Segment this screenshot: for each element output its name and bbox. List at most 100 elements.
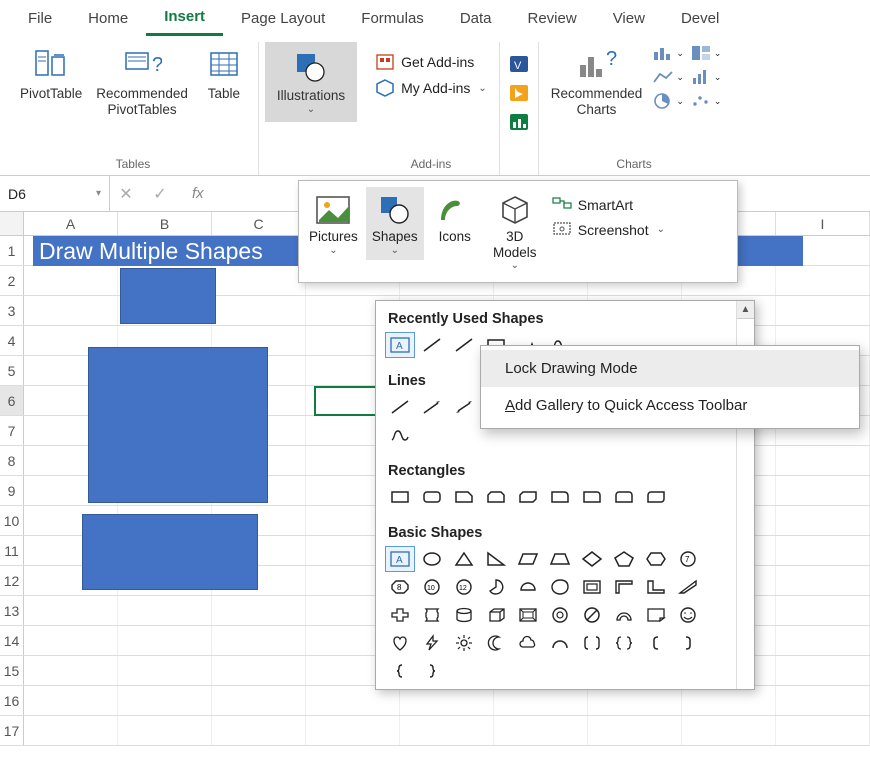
shape-trapezoid[interactable] — [546, 547, 574, 571]
shape-block-arc[interactable] — [610, 603, 638, 627]
tab-formulas[interactable]: Formulas — [343, 0, 442, 36]
3d-models-button[interactable]: 3D Models ⌄ — [486, 187, 544, 276]
cancel-icon[interactable]: ✕ — [114, 184, 138, 204]
shape-snip-diagonal[interactable] — [514, 485, 542, 509]
shape-hexagon[interactable] — [642, 547, 670, 571]
line-chart-dropdown[interactable]: ⌄ — [652, 68, 684, 86]
shape-round-same-side[interactable] — [610, 485, 638, 509]
pivottable-button[interactable]: PivotTable — [14, 42, 88, 102]
row-header[interactable]: 4 — [0, 326, 24, 355]
shape-round-single-corner[interactable] — [578, 485, 606, 509]
shape-half-frame[interactable] — [610, 575, 638, 599]
recommended-charts-button[interactable]: ? Recommended Charts — [545, 42, 649, 118]
shape-smiley[interactable] — [674, 603, 702, 627]
shape-arc[interactable] — [546, 631, 574, 655]
shape-heptagon[interactable]: 7 — [674, 547, 702, 571]
shape-plaque[interactable] — [418, 603, 446, 627]
shape-cube[interactable] — [482, 603, 510, 627]
select-all-corner[interactable] — [0, 212, 24, 235]
shape-pie[interactable] — [482, 575, 510, 599]
row-header[interactable]: 16 — [0, 686, 24, 715]
row-header[interactable]: 10 — [0, 506, 24, 535]
row-header[interactable]: 6 — [0, 386, 24, 415]
shape-scribble[interactable] — [386, 423, 414, 447]
shape-right-bracket[interactable] — [674, 631, 702, 655]
tab-file[interactable]: File — [10, 0, 70, 36]
column-header[interactable]: C — [212, 212, 306, 235]
shape-bevel[interactable] — [514, 603, 542, 627]
shape-octagon[interactable]: 8 — [386, 575, 414, 599]
scroll-up-icon[interactable]: ▲ — [737, 301, 754, 319]
shape-moon[interactable] — [482, 631, 510, 655]
shape-diamond[interactable] — [578, 547, 606, 571]
visio-icon[interactable]: V — [508, 54, 530, 77]
shape-snip-round-single[interactable] — [546, 485, 574, 509]
shape-rectangle[interactable] — [386, 485, 414, 509]
row-header[interactable]: 1 — [0, 236, 24, 265]
column-header[interactable]: I — [776, 212, 870, 235]
shape-teardrop[interactable] — [546, 575, 574, 599]
shape-sun[interactable] — [450, 631, 478, 655]
shape-cloud[interactable] — [514, 631, 542, 655]
shape-decagon[interactable]: 10 — [418, 575, 446, 599]
shape-double-bracket[interactable] — [578, 631, 606, 655]
shape-line[interactable] — [418, 333, 446, 357]
tab-data[interactable]: Data — [442, 0, 510, 36]
shape-left-brace[interactable] — [386, 659, 414, 683]
tab-developer[interactable]: Devel — [663, 0, 737, 36]
row-header[interactable]: 12 — [0, 566, 24, 595]
shape-line[interactable] — [450, 333, 478, 357]
shape-triangle[interactable] — [450, 547, 478, 571]
row-header[interactable]: 8 — [0, 446, 24, 475]
shape-oval[interactable] — [418, 547, 446, 571]
shape-line[interactable] — [386, 395, 414, 419]
row-header[interactable]: 17 — [0, 716, 24, 745]
shape-line-arrow[interactable] — [418, 395, 446, 419]
shape-right-triangle[interactable] — [482, 547, 510, 571]
menu-add-gallery-qat[interactable]: Add Gallery to Quick Access Toolbar — [481, 387, 859, 424]
enter-icon[interactable]: ✓ — [148, 184, 172, 204]
shape-rounded-rectangle[interactable] — [418, 485, 446, 509]
tab-review[interactable]: Review — [510, 0, 595, 36]
rectangle-shape[interactable] — [120, 268, 216, 324]
shape-heart[interactable] — [386, 631, 414, 655]
rectangle-shape[interactable] — [82, 514, 258, 590]
row-header[interactable]: 7 — [0, 416, 24, 445]
shape-chord[interactable] — [514, 575, 542, 599]
shape-textbox[interactable]: A — [386, 333, 414, 357]
row-header[interactable]: 15 — [0, 656, 24, 685]
shape-right-brace[interactable] — [418, 659, 446, 683]
shape-round-diagonal[interactable] — [642, 485, 670, 509]
bing-icon[interactable] — [508, 83, 530, 106]
pie-chart-dropdown[interactable]: ⌄ — [652, 92, 684, 110]
shape-double-brace[interactable] — [610, 631, 638, 655]
people-graph-icon[interactable] — [508, 112, 530, 135]
rectangle-shape[interactable] — [88, 347, 268, 503]
smartart-button[interactable]: SmartArt — [552, 195, 665, 214]
screenshot-button[interactable]: Screenshot ⌄ — [552, 220, 665, 239]
shape-line-double-arrow[interactable] — [450, 395, 478, 419]
column-chart-dropdown[interactable]: ⌄ — [652, 44, 684, 62]
shape-diagonal-stripe[interactable] — [674, 575, 702, 599]
get-addins-button[interactable]: Get Add-ins — [375, 52, 487, 72]
shape-lightning[interactable] — [418, 631, 446, 655]
tab-view[interactable]: View — [595, 0, 663, 36]
icons-button[interactable]: Icons — [426, 187, 484, 249]
row-header[interactable]: 13 — [0, 596, 24, 625]
menu-lock-drawing-mode[interactable]: Lock Drawing Mode — [481, 350, 859, 387]
my-addins-button[interactable]: My Add-ins ⌄ — [375, 78, 487, 98]
row-header[interactable]: 9 — [0, 476, 24, 505]
shape-snip-same-side[interactable] — [482, 485, 510, 509]
shape-snip-single-corner[interactable] — [450, 485, 478, 509]
name-box[interactable]: D6 ▾ — [0, 176, 110, 211]
row-header[interactable]: 2 — [0, 266, 24, 295]
shape-folded-corner[interactable] — [642, 603, 670, 627]
shape-frame[interactable] — [578, 575, 606, 599]
row-header[interactable]: 5 — [0, 356, 24, 385]
tab-home[interactable]: Home — [70, 0, 146, 36]
column-header[interactable]: A — [24, 212, 118, 235]
shape-donut[interactable] — [546, 603, 574, 627]
tab-pagelayout[interactable]: Page Layout — [223, 0, 343, 36]
fx-icon[interactable]: fx — [192, 185, 204, 202]
shape-dodecagon[interactable]: 12 — [450, 575, 478, 599]
